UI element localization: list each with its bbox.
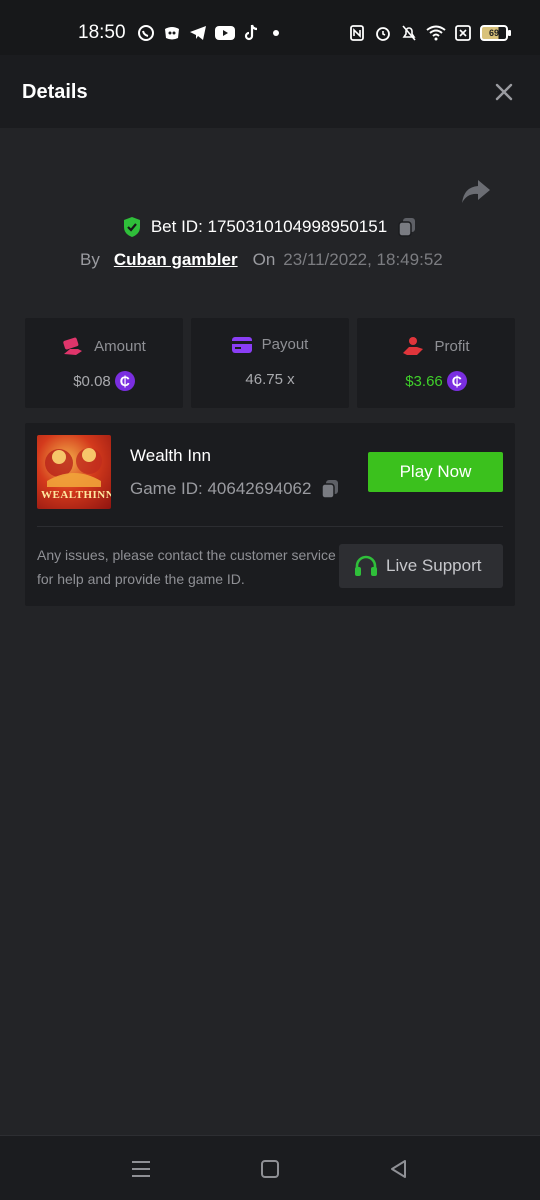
headset-icon: [355, 555, 377, 576]
game-id-row: Game ID: 40642694062: [130, 478, 341, 500]
game-id-text: Game ID: 40642694062: [130, 479, 312, 498]
payout-value: 46.75 x: [245, 371, 295, 388]
home-icon[interactable]: [259, 1158, 281, 1180]
status-time: 18:50: [78, 22, 126, 43]
amount-stat: Amount $0.08 ₵: [25, 318, 183, 408]
telegram-icon: [190, 26, 206, 40]
wifi-icon: [426, 25, 446, 41]
sim-icon: [455, 25, 471, 41]
system-nav-bar: [0, 1135, 540, 1200]
bet-id-row: Bet ID: 1750310104998950151: [0, 216, 540, 238]
divider: [37, 526, 503, 527]
bet-id-text: Bet ID: 1750310104998950151: [150, 217, 388, 236]
alarm-icon: [376, 27, 390, 41]
by-label: By: [80, 250, 100, 269]
share-icon[interactable]: [460, 178, 492, 206]
game-name: Wealth Inn: [130, 446, 211, 465]
copy-game-id-icon[interactable]: [319, 478, 341, 500]
bet-date: 23/11/2022, 18:49:52: [283, 250, 443, 269]
battery-indicator: 69: [480, 25, 511, 41]
bet-meta-row: By Cuban gambler On 23/11/2022, 18:49:52: [80, 250, 443, 270]
menu-icon[interactable]: [130, 1158, 152, 1180]
tiktok-icon: [244, 24, 258, 41]
game-thumbnail[interactable]: WEALTHINN: [37, 435, 111, 509]
bet-stats: Amount $0.08 ₵ Payout 46.75 x Profit $3.…: [25, 318, 515, 408]
mute-icon: [402, 25, 416, 41]
profit-hand-icon: [403, 337, 424, 355]
details-header: Details: [0, 55, 540, 128]
profit-label: Profit: [434, 337, 470, 355]
close-icon[interactable]: [492, 80, 516, 104]
status-right-icons: 69: [349, 24, 511, 42]
amount-label: Amount: [94, 337, 146, 355]
shield-check-icon: [123, 217, 140, 237]
status-bar: 18:50 69: [0, 0, 540, 55]
dot-icon: [273, 30, 279, 36]
game-card: WEALTHINN Wealth Inn Game ID: 4064269406…: [25, 423, 515, 606]
on-label: On: [252, 250, 276, 269]
wallet-hand-icon: [63, 337, 83, 355]
live-support-label: Live Support: [386, 556, 482, 575]
status-app-icons: [137, 24, 285, 42]
youtube-icon: [215, 26, 235, 40]
copy-bet-id-icon[interactable]: [396, 216, 418, 238]
coin-icon: ₵: [446, 371, 467, 391]
profit-stat: Profit $3.66 ₵: [357, 318, 515, 408]
game-thumbnail-text: WEALTHINN: [41, 489, 111, 501]
payout-label: Payout: [261, 336, 309, 353]
support-hint-text: Any issues, please contact the customer …: [37, 547, 336, 587]
whatsapp-icon: [138, 25, 154, 41]
discord-icon: [165, 27, 179, 40]
profit-value: $3.66: [405, 372, 443, 390]
play-now-button[interactable]: Play Now: [368, 452, 503, 492]
back-icon[interactable]: [388, 1158, 410, 1180]
page-title: Details: [22, 81, 88, 103]
amount-value: $0.08: [73, 372, 111, 390]
username-link[interactable]: Cuban gambler: [114, 250, 238, 270]
card-icon: [231, 336, 252, 353]
payout-stat: Payout 46.75 x: [191, 318, 349, 408]
nfc-icon: [350, 25, 364, 41]
live-support-button[interactable]: Live Support: [339, 544, 503, 588]
coin-icon: ₵: [114, 371, 135, 391]
